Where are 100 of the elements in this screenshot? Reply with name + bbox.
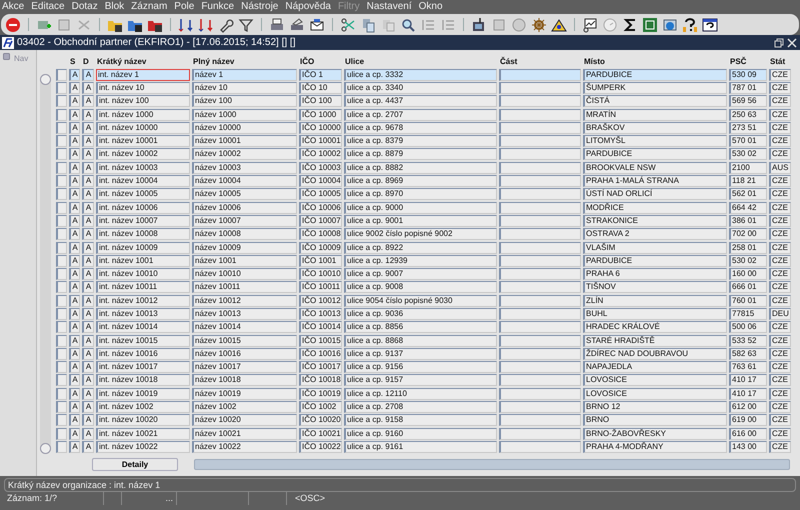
table-cell[interactable]: A (82, 361, 94, 374)
table-cell[interactable]: ulice a cp. 9158 (344, 414, 497, 426)
menu-item[interactable]: Funkce (201, 0, 234, 14)
table-cell[interactable]: LOVOSICE (583, 388, 727, 400)
table-cell[interactable]: IČO 10016 (299, 348, 342, 360)
table-cell[interactable]: A (69, 228, 80, 240)
table-cell[interactable]: A (69, 162, 80, 174)
table-cell[interactable]: BRNO 12 (583, 401, 727, 414)
table-cell[interactable]: A (69, 95, 80, 108)
table-cell[interactable]: IČO 10005 (299, 188, 342, 200)
table-cell[interactable]: A (82, 228, 94, 240)
table-cell[interactable]: název 10012 (192, 294, 297, 307)
table-cell[interactable]: A (69, 388, 80, 400)
table-cell[interactable]: A (82, 374, 94, 386)
empty-cell[interactable] (499, 254, 581, 267)
table-cell[interactable]: název 10000 (192, 122, 297, 134)
table-cell[interactable]: CZE (769, 214, 791, 227)
table-cell[interactable]: název 10003 (192, 162, 297, 174)
table-cell[interactable]: CZE (769, 414, 791, 426)
table-cell[interactable]: BRAŠKOV (583, 122, 727, 134)
table-cell[interactable]: A (82, 95, 94, 108)
table-cell[interactable]: IČO 10022 (299, 440, 342, 453)
table-cell[interactable]: A (69, 268, 80, 280)
table-cell[interactable]: A (82, 334, 94, 347)
table-cell[interactable]: ulice a cp. 8868 (344, 334, 497, 347)
table-cell[interactable]: int. název 1 (96, 68, 190, 81)
table-cell[interactable]: BUHL (583, 308, 727, 320)
table-cell[interactable]: A (82, 348, 94, 360)
table-cell[interactable]: int. název 10018 (96, 374, 190, 386)
table-cell[interactable]: CZE (769, 242, 791, 254)
table-cell[interactable]: 530 02 (729, 148, 767, 160)
table-cell[interactable]: název 10002 (192, 148, 297, 160)
pyramid-icon[interactable] (551, 16, 567, 32)
table-cell[interactable]: ulice a cp. 8856 (344, 321, 497, 334)
table-cell[interactable]: IČO 10015 (299, 334, 342, 347)
mail-icon[interactable] (309, 16, 325, 32)
table-cell[interactable]: IČO 10002 (299, 148, 342, 160)
table-cell[interactable]: CZE (769, 388, 791, 400)
empty-cell[interactable] (499, 308, 581, 320)
table-cell[interactable]: 118 21 (729, 175, 767, 188)
table-cell[interactable]: CZE (769, 254, 791, 267)
table-cell[interactable]: int. název 10011 (96, 281, 190, 294)
table-cell[interactable]: A (69, 401, 80, 414)
table-cell[interactable]: název 10011 (192, 281, 297, 294)
scroll-down-button[interactable] (40, 442, 51, 454)
table-cell[interactable]: A (69, 108, 80, 121)
filter-icon[interactable] (238, 16, 254, 32)
table-cell[interactable]: A (69, 428, 80, 440)
empty-cell[interactable] (499, 321, 581, 334)
menu-item[interactable]: Akce (2, 0, 24, 14)
menu-item[interactable]: Dotaz (72, 0, 98, 14)
table-cell[interactable]: MRATÍN (583, 108, 727, 121)
table-cell[interactable]: A (69, 281, 80, 294)
table-cell[interactable]: 619 00 (729, 414, 767, 426)
table-cell[interactable]: název 10008 (192, 228, 297, 240)
table-cell[interactable]: int. název 10015 (96, 334, 190, 347)
table-cell[interactable]: A (69, 361, 80, 374)
table-cell[interactable]: A (69, 294, 80, 307)
table-cell[interactable]: PRAHA 6 (583, 268, 727, 280)
table-cell[interactable]: LOVOSICE (583, 374, 727, 386)
table-cell[interactable]: ulice a cp. 3332 (344, 68, 497, 81)
table-cell[interactable]: A (69, 334, 80, 347)
table-cell[interactable]: 386 01 (729, 214, 767, 227)
empty-cell[interactable] (499, 348, 581, 360)
table-cell[interactable]: A (82, 135, 94, 148)
table-cell[interactable]: 582 63 (729, 348, 767, 360)
table-cell[interactable]: STRAKONICE (583, 214, 727, 227)
empty-cell[interactable] (499, 414, 581, 426)
details-button[interactable]: Detaily (92, 458, 178, 471)
table-cell[interactable]: A (69, 308, 80, 320)
table-cell[interactable]: ulice a cp. 12939 (344, 254, 497, 267)
table-cell[interactable]: int. název 10009 (96, 242, 190, 254)
table-cell[interactable]: název 10009 (192, 242, 297, 254)
table-cell[interactable]: IČO 10007 (299, 214, 342, 227)
table-cell[interactable]: 787 01 (729, 82, 767, 94)
menu-item[interactable]: Blok (104, 0, 124, 14)
table-cell[interactable]: ulice a cp. 9007 (344, 268, 497, 280)
table-cell[interactable]: A (69, 440, 80, 453)
menu-item[interactable]: Nástroje (241, 0, 278, 14)
table-cell[interactable]: 760 01 (729, 294, 767, 307)
table-cell[interactable]: ulice a cp. 3340 (344, 82, 497, 94)
table-cell[interactable]: ulice a cp. 9137 (344, 348, 497, 360)
table-cell[interactable]: ulice a cp. 9008 (344, 281, 497, 294)
table-cell[interactable]: NAPAJEDLA (583, 361, 727, 374)
empty-cell[interactable] (499, 388, 581, 400)
table-cell[interactable]: ulice a cp. 12110 (344, 388, 497, 400)
table-cell[interactable]: A (69, 175, 80, 188)
empty-cell[interactable] (499, 202, 581, 214)
empty-cell[interactable] (499, 334, 581, 347)
table-cell[interactable]: IČO 10001 (299, 135, 342, 148)
table-cell[interactable]: int. název 10002 (96, 148, 190, 160)
table-cell[interactable]: A (82, 214, 94, 227)
menu-item[interactable]: Pole (174, 0, 194, 14)
scissors-icon[interactable] (340, 16, 356, 32)
table-cell[interactable]: CZE (769, 334, 791, 347)
table-cell[interactable]: CZE (769, 95, 791, 108)
table-cell[interactable]: BROOKVALE NSW (583, 162, 727, 174)
table-cell[interactable]: CZE (769, 175, 791, 188)
close-icon[interactable] (787, 38, 797, 48)
table-cell[interactable]: A (69, 254, 80, 267)
